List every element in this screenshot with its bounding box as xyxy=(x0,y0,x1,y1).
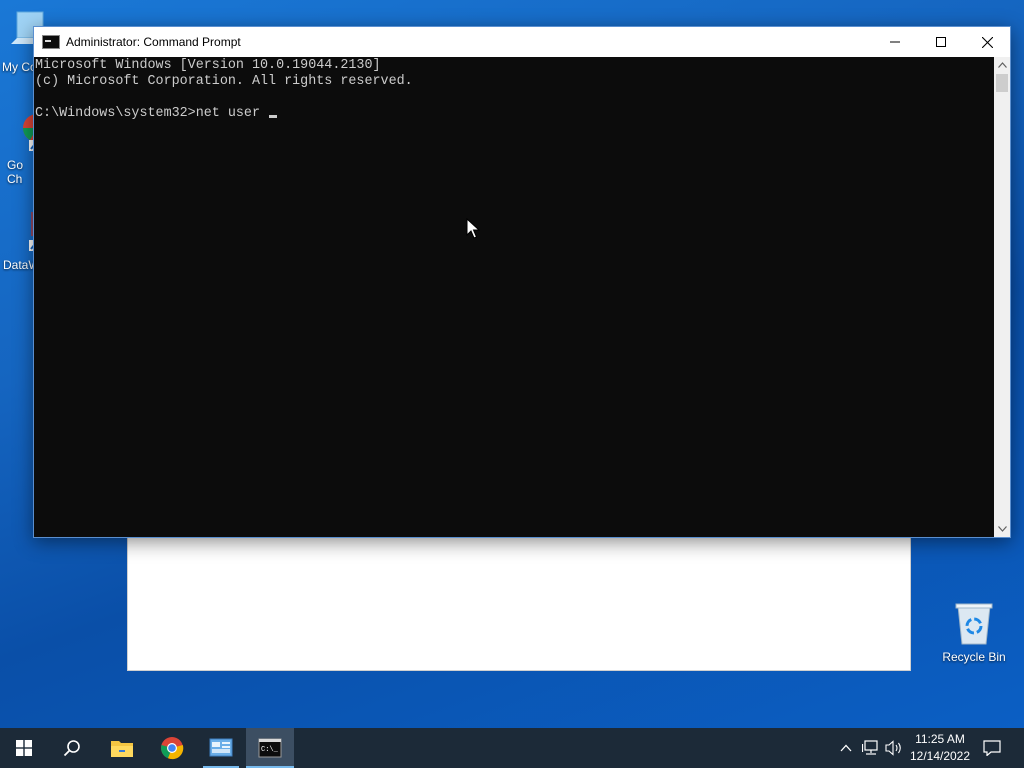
speaker-icon xyxy=(885,740,901,756)
scroll-up-button[interactable] xyxy=(994,57,1010,73)
desktop-icon-recycle-bin[interactable]: Recycle Bin xyxy=(937,602,1011,664)
console-line: Microsoft Windows [Version 10.0.19044.21… xyxy=(35,58,381,73)
show-hidden-icons-button[interactable] xyxy=(836,728,856,768)
taskbar: C:\_ 11:25 AM 12/14/2022 xyxy=(0,728,1024,768)
notification-icon xyxy=(983,740,1001,756)
taskbar-file-explorer[interactable] xyxy=(98,728,146,768)
network-icon xyxy=(862,740,878,755)
search-button[interactable] xyxy=(48,728,96,768)
notifications-button[interactable] xyxy=(978,728,1006,768)
minimize-icon xyxy=(890,41,900,43)
taskbar-control-panel[interactable] xyxy=(197,728,245,768)
volume-button[interactable] xyxy=(883,728,905,768)
control-panel-icon xyxy=(209,738,233,757)
desktop-icon-label: Recycle Bin xyxy=(942,650,1006,664)
command-prompt-window[interactable]: Administrator: Command Prompt Microsoft … xyxy=(33,26,1011,538)
cmd-icon: C:\_ xyxy=(258,738,282,758)
close-icon xyxy=(981,36,993,48)
chevron-up-icon xyxy=(840,744,852,752)
taskbar-chrome[interactable] xyxy=(148,728,196,768)
scroll-down-button[interactable] xyxy=(994,521,1010,537)
mouse-pointer-icon xyxy=(466,218,480,239)
console-prompt-line[interactable]: C:\Windows\system32>net user xyxy=(35,106,268,121)
chevron-down-icon xyxy=(997,526,1007,532)
text-cursor xyxy=(269,115,278,118)
vertical-scrollbar[interactable] xyxy=(994,57,1010,537)
svg-text:C:\_: C:\_ xyxy=(261,746,279,754)
background-window[interactable] xyxy=(127,520,911,671)
console-output[interactable]: Microsoft Windows [Version 10.0.19044.21… xyxy=(34,57,994,537)
folder-icon xyxy=(111,741,133,757)
clock-time: 11:25 AM xyxy=(915,732,965,746)
desktop: My Co Go Ch DataW Recycle Bin Administra… xyxy=(0,0,1024,728)
network-button[interactable] xyxy=(860,728,882,768)
close-button[interactable] xyxy=(964,27,1010,57)
console-line: (c) Microsoft Corporation. All rights re… xyxy=(35,74,413,89)
start-button[interactable] xyxy=(0,728,48,768)
scrollbar-thumb[interactable] xyxy=(996,74,1008,92)
desktop-icon-label: My Co xyxy=(2,60,37,74)
recycle-bin-icon xyxy=(955,603,993,645)
clock[interactable]: 11:25 AM 12/14/2022 xyxy=(906,731,974,765)
chevron-up-icon xyxy=(997,62,1007,68)
window-title: Administrator: Command Prompt xyxy=(66,35,241,49)
chrome-icon xyxy=(161,737,184,760)
windows-logo-icon xyxy=(16,740,32,756)
minimize-button[interactable] xyxy=(872,27,918,57)
maximize-icon xyxy=(936,37,946,47)
maximize-button[interactable] xyxy=(918,27,964,57)
search-icon xyxy=(63,740,80,757)
desktop-icon-label: Go Ch xyxy=(7,158,24,186)
cmd-app-icon[interactable] xyxy=(42,35,60,49)
clock-date: 12/14/2022 xyxy=(909,749,971,763)
window-titlebar[interactable]: Administrator: Command Prompt xyxy=(34,27,1010,57)
taskbar-command-prompt[interactable]: C:\_ xyxy=(246,728,294,768)
